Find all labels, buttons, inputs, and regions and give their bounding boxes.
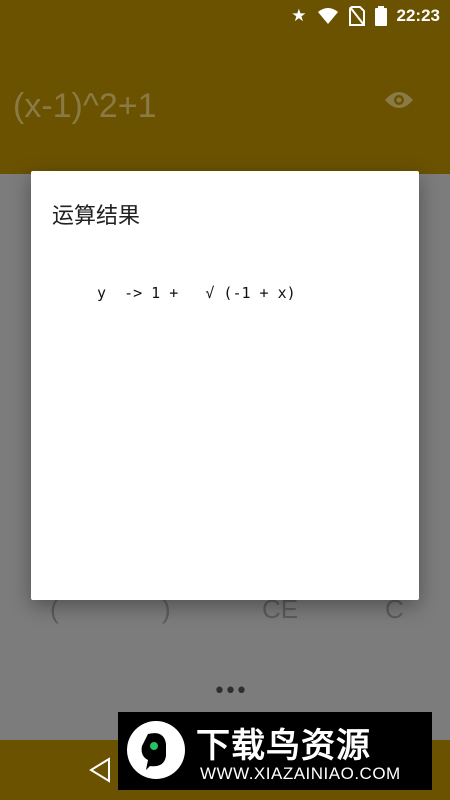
expression-header: (x-1)^2+1 [0,32,450,174]
more-menu-icon[interactable]: ••• [213,679,248,704]
status-time: 22:23 [396,6,440,25]
battery-icon [374,6,387,26]
star-icon: ★ [291,6,307,25]
dialog-title: 运算结果 [52,204,141,229]
status-icons: ★ 22:23 [291,5,440,27]
expression-display[interactable]: (x-1)^2+1 [13,87,157,126]
watermark: 下载鸟资源 WWW.XIAZAINIAO.COM [118,712,432,790]
eye-icon[interactable] [384,90,414,110]
bird-logo-icon [127,721,185,779]
watermark-title: 下载鸟资源 [196,726,371,766]
result-expression: y -> 1 + √ (-1 + x) [97,284,296,302]
no-sim-icon [348,6,365,26]
result-dialog: 运算结果 y -> 1 + √ (-1 + x) [31,171,419,600]
watermark-url: WWW.XIAZAINIAO.COM [200,764,401,783]
back-icon[interactable] [88,757,112,783]
wifi-icon [317,8,338,24]
status-bar: ★ 22:23 [0,0,450,32]
